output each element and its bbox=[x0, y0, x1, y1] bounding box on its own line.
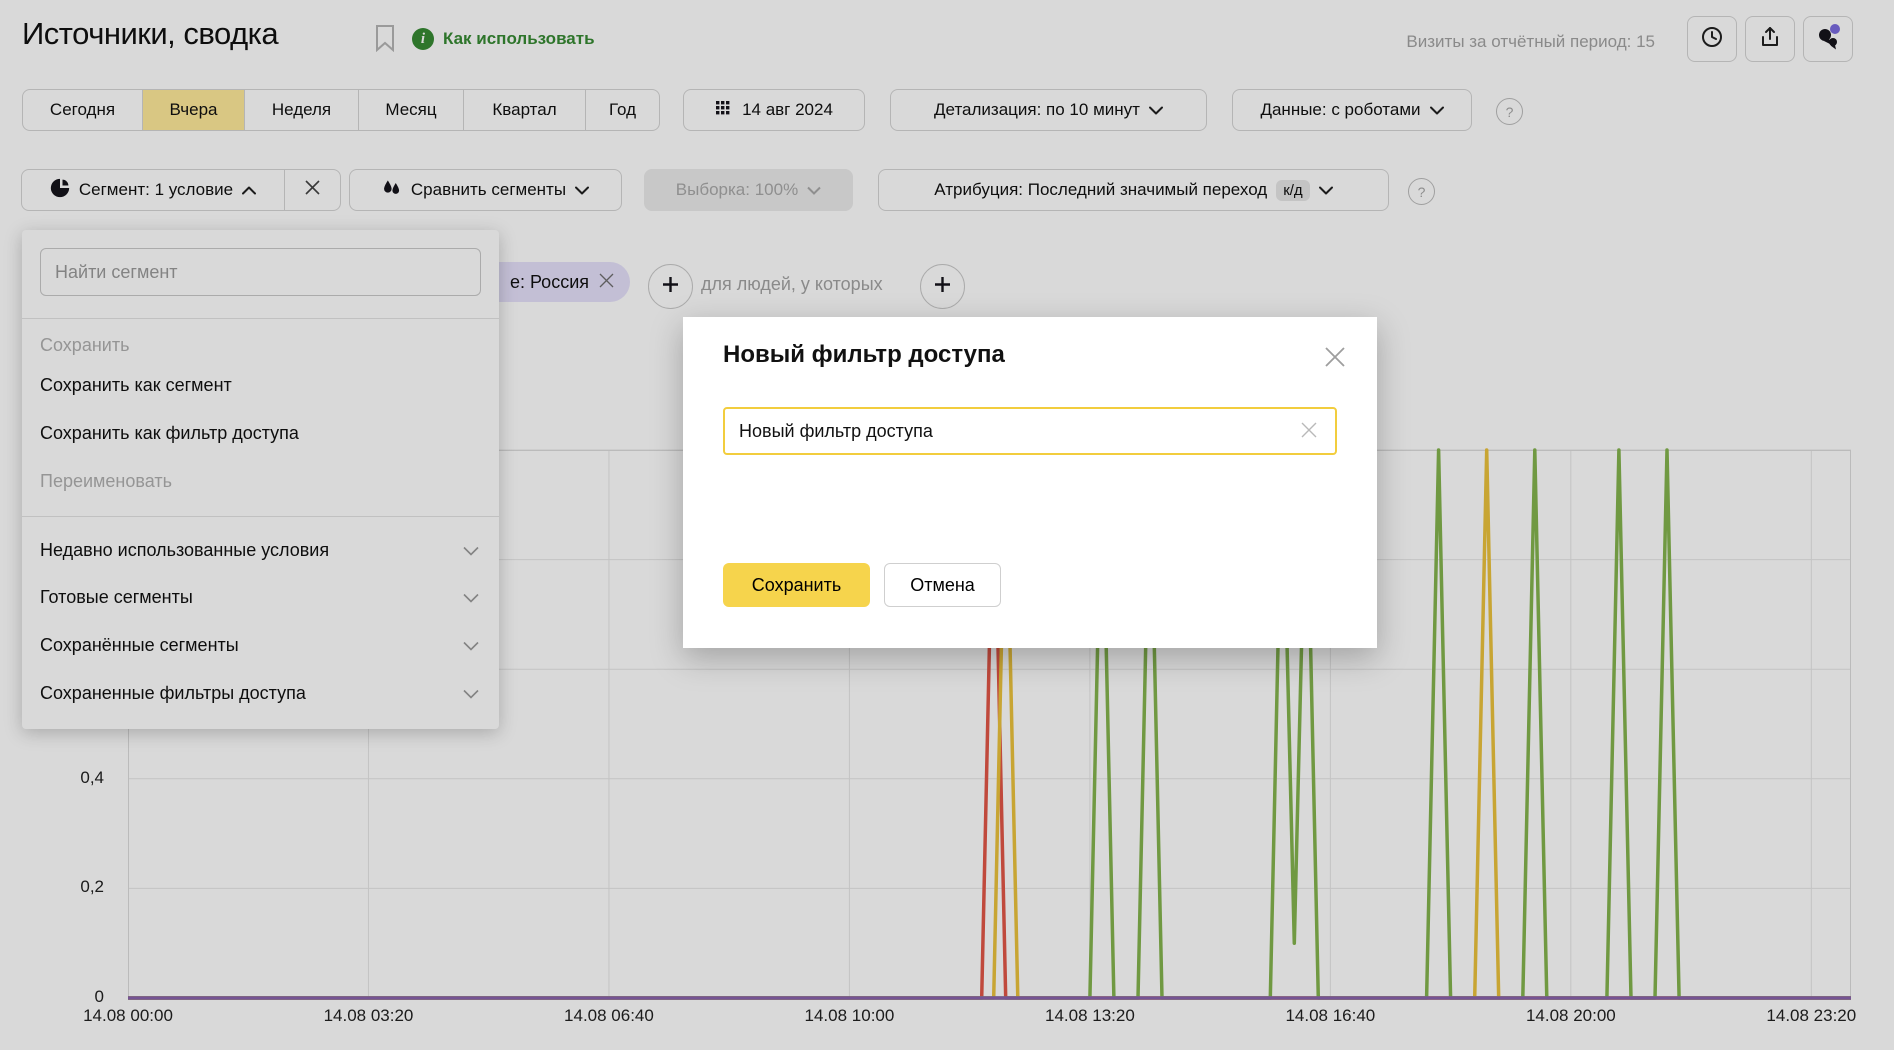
cancel-button[interactable]: Отмена bbox=[884, 563, 1001, 607]
modal-title: Новый фильтр доступа bbox=[723, 341, 1005, 369]
new-access-filter-modal: Новый фильтр доступа Сохранить Отмена bbox=[683, 317, 1377, 648]
input-clear-icon[interactable] bbox=[1299, 420, 1319, 445]
save-button[interactable]: Сохранить bbox=[723, 563, 870, 607]
filter-name-input[interactable] bbox=[723, 407, 1337, 455]
modal-close-icon[interactable] bbox=[1323, 345, 1347, 374]
